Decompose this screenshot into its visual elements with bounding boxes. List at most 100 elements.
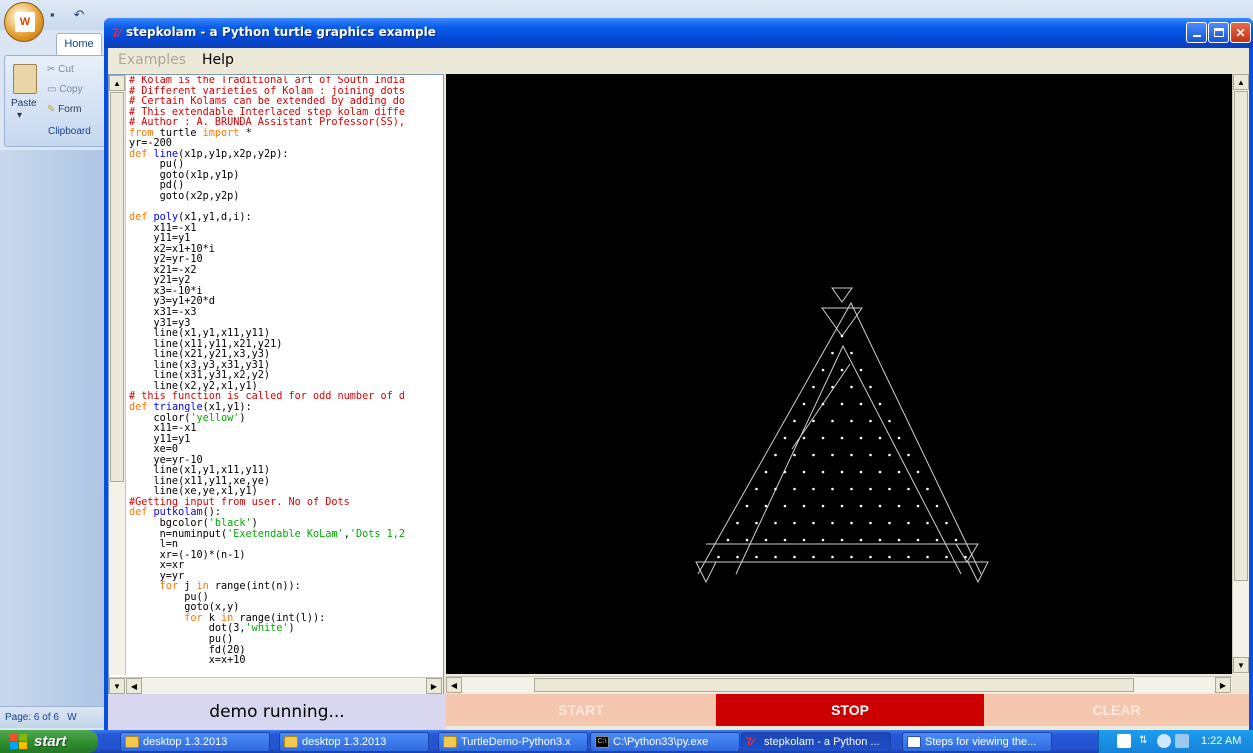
status-label: demo running... (108, 694, 446, 730)
display-icon[interactable] (1175, 734, 1189, 748)
start-button[interactable]: START (446, 694, 716, 726)
kolam-dot (840, 504, 844, 508)
kolam-dot (774, 521, 777, 525)
help-icon[interactable] (1117, 734, 1131, 748)
kolam-dot (755, 521, 758, 525)
turtle-canvas[interactable] (446, 74, 1232, 674)
code-scroll-thumb[interactable] (110, 92, 124, 482)
code-token: y2=yr-10 (129, 254, 203, 266)
copy-button[interactable]: ▭ Copy (47, 84, 83, 95)
code-token: pd() (129, 180, 185, 192)
canvas-scroll-up-icon[interactable]: ▲ (1233, 74, 1249, 90)
code-horizontal-scrollbar[interactable]: ▼ ◀ ▶ (109, 677, 443, 694)
kolam-dot (859, 470, 863, 474)
code-token: (x1,y1): (202, 401, 252, 413)
kolam-dot (831, 555, 834, 559)
office-button[interactable]: W (4, 2, 44, 42)
task-label: C:\Python33\py.exe (613, 736, 709, 748)
scroll-left-icon[interactable]: ◀ (126, 678, 142, 694)
code-token: xe=0 (129, 444, 179, 456)
canvas-vertical-scrollbar[interactable]: ▲ ▼ (1232, 74, 1249, 674)
code-token: goto(x,y) (129, 602, 240, 614)
code-token: x11=-x1 (129, 222, 197, 234)
kolam-dot (907, 521, 910, 525)
maximize-icon (1213, 28, 1224, 37)
minimize-button[interactable] (1186, 22, 1207, 43)
kolam-dot (850, 521, 853, 525)
task-button[interactable]: TurtleDemo-Python3.x (438, 732, 588, 752)
code-token: y31=y3 (129, 317, 191, 329)
code-token: yr=-200 (129, 138, 172, 150)
kolam-dot (888, 453, 891, 457)
code-token: goto(x1p,y1p) (129, 169, 240, 181)
task-button[interactable]: Steps for viewing the... (902, 732, 1052, 752)
code-token: # This extendable Interlaced step kolam … (129, 106, 406, 118)
close-button[interactable]: ✕ (1230, 22, 1251, 43)
kolam-dot (745, 504, 749, 508)
kolam-dot (755, 555, 758, 559)
brush-icon: ✎ (47, 104, 59, 115)
kolam-dot (945, 555, 948, 559)
canvas-scroll-right-icon[interactable]: ▶ (1215, 677, 1231, 693)
code-token: fd(20) (129, 644, 246, 656)
kolam-dot (821, 368, 825, 372)
clear-button[interactable]: CLEAR (984, 694, 1249, 726)
kolam-dot (859, 436, 863, 440)
scroll-right-icon[interactable]: ▶ (426, 678, 442, 694)
tab-home[interactable]: Home (56, 33, 102, 55)
canvas-scroll-down-icon[interactable]: ▼ (1233, 657, 1249, 673)
start-button-taskbar[interactable]: start (0, 730, 98, 753)
kolam-dot (831, 419, 834, 423)
page-count: Page: 6 of 6 (5, 712, 59, 723)
code-text[interactable]: # Kolam is the Traditional art of South … (129, 76, 441, 674)
code-token: n=numinput( (129, 528, 228, 540)
code-token: putkolam (153, 507, 203, 519)
kolam-dot (726, 538, 730, 542)
volume-icon[interactable] (1157, 734, 1171, 748)
scroll-down-icon[interactable]: ▼ (109, 678, 125, 694)
task-button[interactable]: desktop 1.3.2013 (120, 732, 270, 752)
task-button[interactable]: 7⁄ stepkolam - a Python ... (741, 732, 891, 752)
kolam-dot (935, 504, 939, 508)
kolam-dot (850, 351, 853, 355)
word-statusbar: Page: 6 of 6 W (0, 706, 108, 728)
kolam-dot (964, 555, 967, 559)
canvas-horizontal-scrollbar[interactable]: ◀ ▶ (446, 676, 1232, 693)
code-vertical-scrollbar[interactable]: ▲ (109, 75, 126, 675)
kolam-dot (793, 419, 796, 423)
kolam-dot (793, 555, 796, 559)
kolam-dot (850, 385, 853, 389)
clipboard-group-label: Clipboard (48, 126, 91, 137)
save-icon[interactable]: ▪ (50, 7, 66, 23)
maximize-button[interactable] (1208, 22, 1229, 43)
undo-icon[interactable]: ↶ (73, 7, 89, 23)
task-button[interactable]: C:\ C:\Python33\py.exe (590, 732, 740, 752)
paste-icon[interactable] (13, 64, 37, 94)
canvas-scroll-left-icon[interactable]: ◀ (446, 677, 462, 693)
code-token: line(x11,y11,xe,ye) (129, 475, 271, 487)
code-token: x=xr (129, 560, 185, 572)
stop-button[interactable]: STOP (716, 694, 984, 726)
network-icon[interactable]: ⇅ (1139, 734, 1153, 748)
window-titlebar[interactable]: 7⁄ stepkolam - a Python turtle graphics … (104, 18, 1253, 48)
source-code-pane[interactable]: ▲ # Kolam is the Traditional art of Sout… (108, 74, 444, 694)
kolam-triangle (831, 287, 853, 303)
canvas-hscroll-thumb[interactable] (534, 678, 1134, 692)
menu-examples[interactable]: Examples (118, 52, 186, 68)
task-button[interactable]: desktop 1.3.2013 (279, 732, 429, 752)
scissors-icon: ✂ (47, 64, 59, 75)
canvas-area: ▲ ▼ ◀ ▶ (446, 74, 1249, 694)
menu-help[interactable]: Help (202, 52, 234, 68)
scroll-up-icon[interactable]: ▲ (109, 75, 125, 91)
format-painter-button[interactable]: ✎ Form (47, 104, 82, 115)
paste-dropdown-icon[interactable]: ▾ (17, 110, 22, 121)
code-token: for (184, 612, 203, 624)
paste-label[interactable]: Paste (11, 98, 37, 109)
menubar: Examples Help (108, 48, 1249, 74)
word-count: W (67, 712, 77, 723)
kolam-dot (821, 470, 825, 474)
cut-button[interactable]: ✂ Cut (47, 64, 74, 75)
canvas-vscroll-thumb[interactable] (1234, 91, 1248, 581)
